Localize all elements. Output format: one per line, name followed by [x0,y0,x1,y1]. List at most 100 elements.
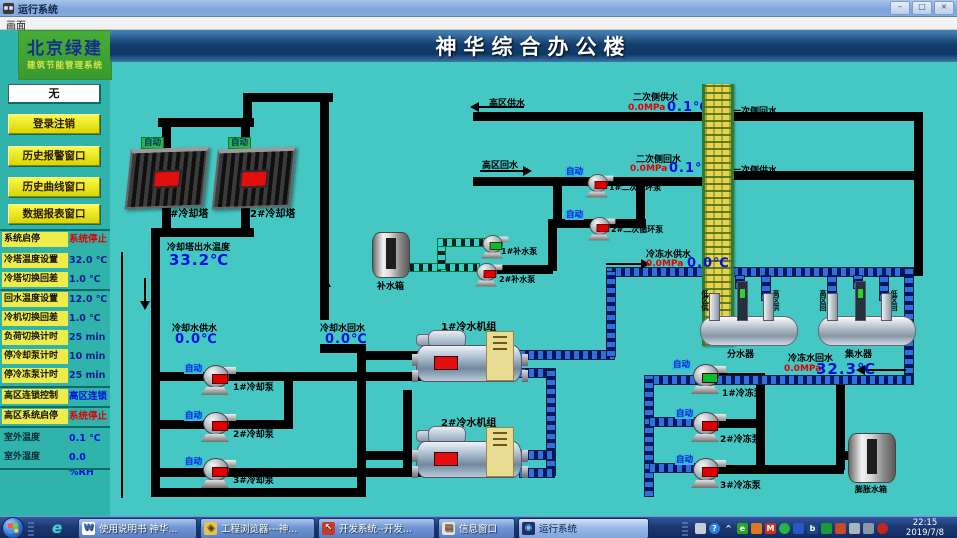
makeup-pump-2[interactable] [474,262,497,287]
param-row: 停冷却泵计时 10 min [0,348,110,366]
maximize-button[interactable]: □ [912,1,932,15]
pump-status-indicator [595,181,607,189]
auto-mode-badge[interactable]: 自动 [228,137,251,149]
param-label[interactable]: 停冷却泵计时 [2,349,68,364]
taskbar-clock[interactable]: 22:15 2019/7/8 [899,518,951,538]
param-label[interactable]: 回水温度设置 [2,292,68,307]
cooling-pump-1[interactable] [200,363,230,395]
chilled-pump-1[interactable] [690,362,720,394]
volume-tray-icon[interactable] [877,523,888,534]
pump-status-indicator [597,224,609,232]
tower-outlet-temp-value: 33.2℃ [169,251,229,269]
expansion-tank-label: 膨胀水箱 [855,484,887,495]
menu-bar: 画面 [0,17,957,30]
param-label[interactable]: 高区系统启停 [2,409,68,424]
chiller-2[interactable] [412,426,530,484]
start-button[interactable] [2,517,24,538]
tray-icon[interactable] [751,523,762,534]
tray-icon[interactable]: b [807,523,818,534]
param-row: 回水温度设置 12.0 ℃ [0,291,110,309]
tower-2-label: 2#冷却塔 [250,205,295,220]
task-button-info-window[interactable]: ▤ 信息窗口 [438,518,515,538]
network-signal-tray-icon[interactable] [863,523,874,534]
chilled-pump-2[interactable] [690,410,720,442]
pump-status-indicator [702,421,718,431]
history-curve-button[interactable]: 历史曲线窗口 [8,177,100,197]
param-label[interactable]: 系统启停 [2,232,68,247]
internet-explorer-icon[interactable]: e [52,519,70,537]
secondary-pump-2[interactable] [587,216,610,241]
keyboard-tray-icon[interactable] [695,523,706,534]
chat-tray-icon[interactable] [779,523,790,534]
login-logout-button[interactable]: 登录注销 [8,114,100,134]
chilled-pump-3[interactable] [690,456,720,488]
chiller-control-panel [486,331,514,381]
mail-tray-icon[interactable]: M [765,523,776,534]
secondary-pump-1[interactable] [585,173,608,198]
param-label[interactable]: 负荷切换计时 [2,330,68,345]
tower-display [152,170,182,189]
auto-mode-badge[interactable]: 自动 [141,137,164,149]
param-label[interactable]: 停冷冻泵计时 [2,368,68,383]
app-icon [3,3,14,14]
param-value: 10 min [69,349,109,364]
auto-mode-badge[interactable]: 自动 [672,360,691,370]
chw-return-temp: 32.3℃ [816,360,876,378]
auto-mode-badge[interactable]: 自动 [565,167,584,177]
tray-icon[interactable] [821,523,832,534]
close-button[interactable]: × [934,1,954,15]
chiller-status-indicator [434,452,458,466]
shield-tray-icon[interactable] [793,523,804,534]
tray-icon[interactable]: e [737,523,748,534]
hz-return-label: 高区回水 [482,158,518,171]
param-label[interactable]: 冷塔切换回差 [2,272,68,287]
minimize-button[interactable]: – [890,1,910,15]
distributor-left-pipe-label: 低区供 [701,290,709,311]
param-row: 停冷冻泵计时 25 min [0,367,110,385]
distributor-vessel[interactable] [700,316,798,346]
clock-date: 2019/7/8 [899,528,951,538]
tray-icon[interactable] [835,523,846,534]
distributor-sensor [737,281,748,321]
chilled-pipe-segment [547,369,555,475]
cooling-tower-2[interactable] [212,147,297,210]
cooling-supply-value: 0.0℃ [175,332,218,347]
history-alarm-button[interactable]: 历史报警窗口 [8,146,100,166]
makeup-water-tank[interactable] [372,232,410,278]
auto-mode-badge[interactable]: 自动 [565,210,584,220]
param-label[interactable]: 高区连锁控制 [2,389,68,404]
task-button-project-browser[interactable]: ◈ 工程浏览器---神... [200,518,315,538]
param-label[interactable]: 冷塔温度设置 [2,253,68,268]
title-bar[interactable]: 运行系统 – □ × [0,0,957,17]
param-row: 冷塔温度设置 32.0 ℃ [0,252,110,270]
param-value: 32.0 ℃ [69,253,109,268]
data-report-button[interactable]: 数据报表窗口 [8,204,100,224]
pipe-segment [158,228,254,237]
cooling-pump-2-label: 2#冷却泵 [233,427,274,440]
gears-icon: ◈ [204,522,217,535]
collector-vessel[interactable] [818,316,916,346]
param-row: 高区系统启停 系统停止 [0,408,110,426]
task-button-dev-system[interactable]: ↖ 开发系统--开发... [318,518,435,538]
pipe-segment [760,465,844,474]
cooling-pump-3-label: 3#冷却泵 [233,473,274,486]
expansion-tank[interactable] [848,433,896,483]
collector-left-pipe-label: 高区回 [819,290,827,311]
chiller-1[interactable] [412,330,530,388]
flow-arrow-down-icon [144,278,146,302]
cooling-pump-3[interactable] [200,456,230,488]
help-tray-icon[interactable]: ? [709,523,720,534]
task-button-manual[interactable]: W 使用说明书 神华... [78,518,197,538]
cooling-tower-1[interactable] [125,147,210,210]
expand-tray-icon[interactable]: ^ [723,523,734,534]
param-value: 25 min [69,368,109,383]
chilled-pipe-segment [607,272,615,356]
page-title: 神华综合办公楼 [436,31,632,61]
pipe-segment [914,112,923,276]
cooling-pump-2[interactable] [200,410,230,442]
flow-arrow-up-icon [325,286,327,310]
param-label[interactable]: 冷机切换回差 [2,311,68,326]
task-button-runtime-system[interactable]: ◉ 运行系统 [518,518,649,538]
param-value: 系统停止 [69,409,109,424]
clipboard-tray-icon[interactable] [849,523,860,534]
